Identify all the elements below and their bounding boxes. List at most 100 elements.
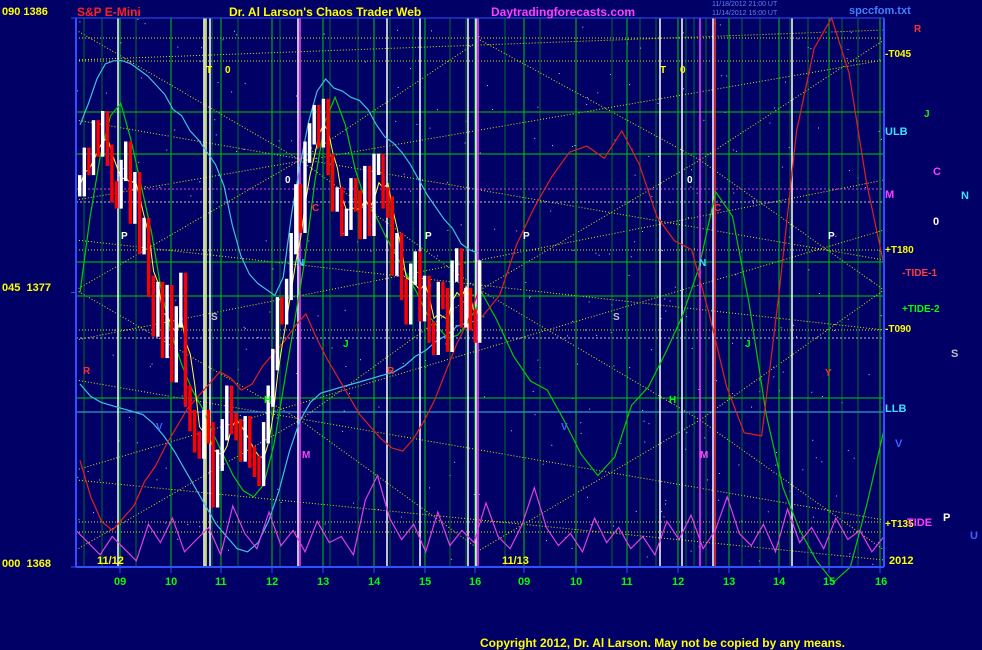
star-dot	[401, 516, 403, 518]
star-dot	[360, 359, 361, 361]
star-dot	[93, 512, 94, 514]
star-dot	[236, 150, 238, 152]
star-dot	[410, 68, 412, 70]
hour-tick: 16	[469, 576, 482, 588]
star-dot	[571, 547, 573, 549]
chart-letter: J	[343, 339, 349, 350]
star-dot	[687, 217, 689, 218]
star-dot	[371, 206, 373, 208]
chart-letter: C	[312, 203, 320, 214]
price-bar	[248, 416, 252, 468]
price-bar	[225, 385, 229, 441]
star-dot	[582, 486, 584, 488]
chart-letter: J	[745, 339, 751, 350]
star-dot	[698, 389, 700, 390]
star-dot	[690, 550, 692, 552]
right-label-R: R	[914, 24, 922, 35]
star-dot	[370, 250, 372, 252]
star-dot	[597, 92, 599, 94]
star-dot	[447, 182, 449, 184]
price-bar	[280, 297, 284, 325]
price-bar	[252, 446, 257, 477]
star-dot	[872, 563, 874, 565]
hour-tick: 12	[672, 576, 685, 588]
star-dot	[460, 224, 462, 226]
star-dot	[199, 526, 201, 528]
star-dot	[801, 536, 803, 538]
star-dot	[534, 137, 536, 139]
hour-tick: 15	[419, 576, 432, 588]
chart-letter: 0	[687, 175, 693, 186]
price-bar	[294, 184, 298, 255]
price-bar	[381, 153, 385, 209]
hour-tick: 14	[773, 576, 786, 588]
price-bar	[87, 147, 91, 175]
chart-letter: H	[264, 395, 272, 406]
price-bar	[105, 111, 109, 166]
star-dot	[552, 145, 553, 147]
star-dot	[690, 186, 692, 188]
star-dot	[774, 107, 776, 109]
star-dot	[487, 85, 488, 87]
star-dot	[662, 250, 663, 252]
star-dot	[821, 461, 823, 463]
star-dot	[436, 109, 438, 111]
star-dot	[174, 129, 176, 131]
star-dot	[156, 479, 158, 481]
star-dot	[682, 88, 684, 90]
price-bar	[170, 284, 174, 383]
star-dot	[835, 235, 837, 237]
star-dot	[767, 511, 769, 513]
star-dot	[550, 210, 552, 212]
price-bar	[206, 409, 211, 444]
hour-tick: 10	[570, 576, 583, 588]
star-dot	[77, 90, 79, 92]
chart-letter: 0	[680, 65, 686, 76]
star-dot	[77, 476, 79, 478]
price-bar	[376, 153, 381, 175]
star-dot	[643, 420, 645, 422]
star-dot	[642, 410, 644, 411]
chart-letter: P	[523, 231, 530, 242]
price-bar	[215, 449, 220, 508]
price-bar	[110, 144, 114, 203]
star-dot	[665, 503, 666, 505]
star-dot	[342, 430, 344, 432]
price-bar	[321, 98, 326, 148]
star-dot	[691, 348, 693, 349]
price-bar	[349, 178, 353, 230]
star-dot	[222, 39, 224, 41]
star-dot	[149, 366, 151, 368]
price-bar	[271, 348, 275, 407]
price-bar	[257, 455, 261, 487]
star-dot	[98, 479, 100, 481]
price-bar	[142, 217, 146, 255]
price-bar	[298, 184, 303, 233]
price-bar	[422, 275, 427, 322]
price-bar	[363, 165, 367, 240]
star-dot	[214, 119, 216, 121]
right-label-TIDE-2: +TIDE-2	[902, 304, 940, 315]
star-dot	[812, 439, 814, 441]
price-bar	[183, 272, 188, 407]
star-dot	[245, 348, 247, 350]
star-dot	[454, 461, 456, 463]
price-bar	[147, 217, 151, 298]
star-dot	[646, 556, 648, 558]
price-bar	[156, 281, 160, 337]
star-dot	[166, 149, 168, 151]
star-dot	[753, 202, 754, 204]
star-dot	[542, 463, 544, 465]
star-dot	[265, 240, 267, 242]
price-bar	[404, 278, 408, 325]
star-dot	[280, 502, 282, 503]
price-bar	[202, 409, 206, 459]
star-dot	[175, 299, 177, 301]
star-dot	[236, 34, 238, 36]
star-dot	[410, 190, 411, 192]
site-link[interactable]: Daytradingforecasts.com	[491, 5, 635, 19]
star-dot	[726, 75, 728, 77]
price-bar	[307, 123, 312, 163]
star-dot	[362, 207, 364, 209]
chart-letter: S	[211, 312, 218, 323]
